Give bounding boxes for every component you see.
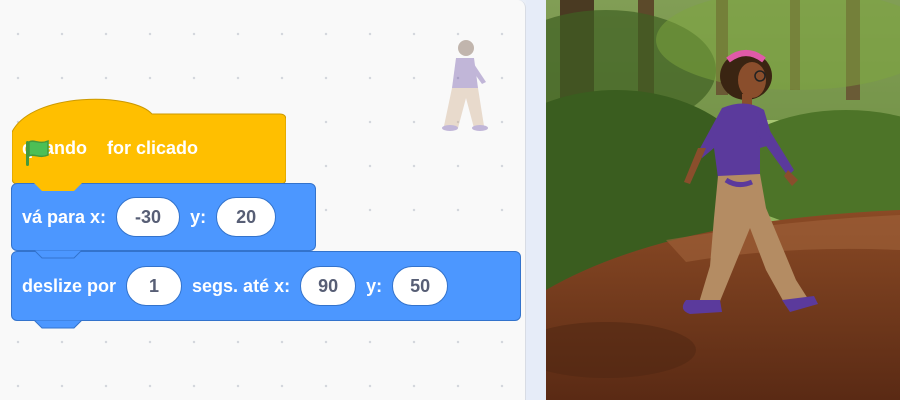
goto-label: vá para x: [22, 206, 107, 227]
glide-to-xy-block[interactable]: deslize por 1 segs. até x: 90 y: 50 [11, 251, 521, 329]
glide-secs-input[interactable]: 1 [126, 266, 183, 306]
stage-divider [526, 0, 546, 400]
goto-x-input[interactable]: -30 [116, 197, 181, 237]
block-notch [34, 320, 82, 329]
sprite-preview [438, 36, 490, 136]
goto-y-input[interactable]: 20 [216, 197, 277, 237]
glide-y-label: y: [366, 275, 383, 296]
block-notch [34, 250, 82, 259]
glide-label: deslize por [22, 275, 117, 296]
when-flag-clicked-block[interactable]: quando for clicado [12, 88, 286, 184]
block-notch [34, 183, 82, 191]
glide-x-input[interactable]: 90 [300, 266, 357, 306]
goto-y-label: y: [190, 206, 207, 227]
hat-label-clicked: for clicado [107, 138, 199, 158]
glide-secs-label: segs. até x: [192, 275, 291, 296]
go-to-xy-block[interactable]: vá para x: -30 y: 20 [11, 183, 316, 259]
stage[interactable] [546, 0, 900, 400]
glide-y-input[interactable]: 50 [392, 266, 449, 306]
